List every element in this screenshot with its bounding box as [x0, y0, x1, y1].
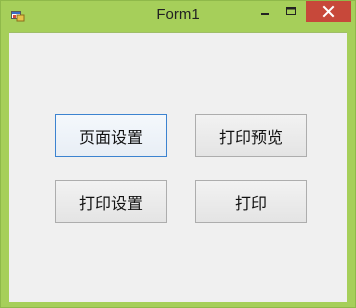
app-icon: [11, 11, 25, 22]
page-setup-button[interactable]: 页面设置: [55, 114, 167, 157]
title-bar[interactable]: Form1: [1, 1, 355, 31]
close-button[interactable]: [306, 1, 351, 22]
close-icon: [322, 5, 335, 18]
minimize-button[interactable]: [254, 1, 276, 22]
print-setup-button[interactable]: 打印设置: [55, 180, 167, 223]
form-client-area: 页面设置 打印预览 打印设置 打印: [9, 32, 347, 302]
maximize-button[interactable]: [278, 1, 304, 22]
maximize-icon: [286, 7, 296, 15]
form-window: Form1 页面设置 打印预览 打印设置 打印: [0, 0, 356, 308]
print-preview-button[interactable]: 打印预览: [195, 114, 307, 157]
minimize-icon: [261, 13, 269, 15]
print-button[interactable]: 打印: [195, 180, 307, 223]
